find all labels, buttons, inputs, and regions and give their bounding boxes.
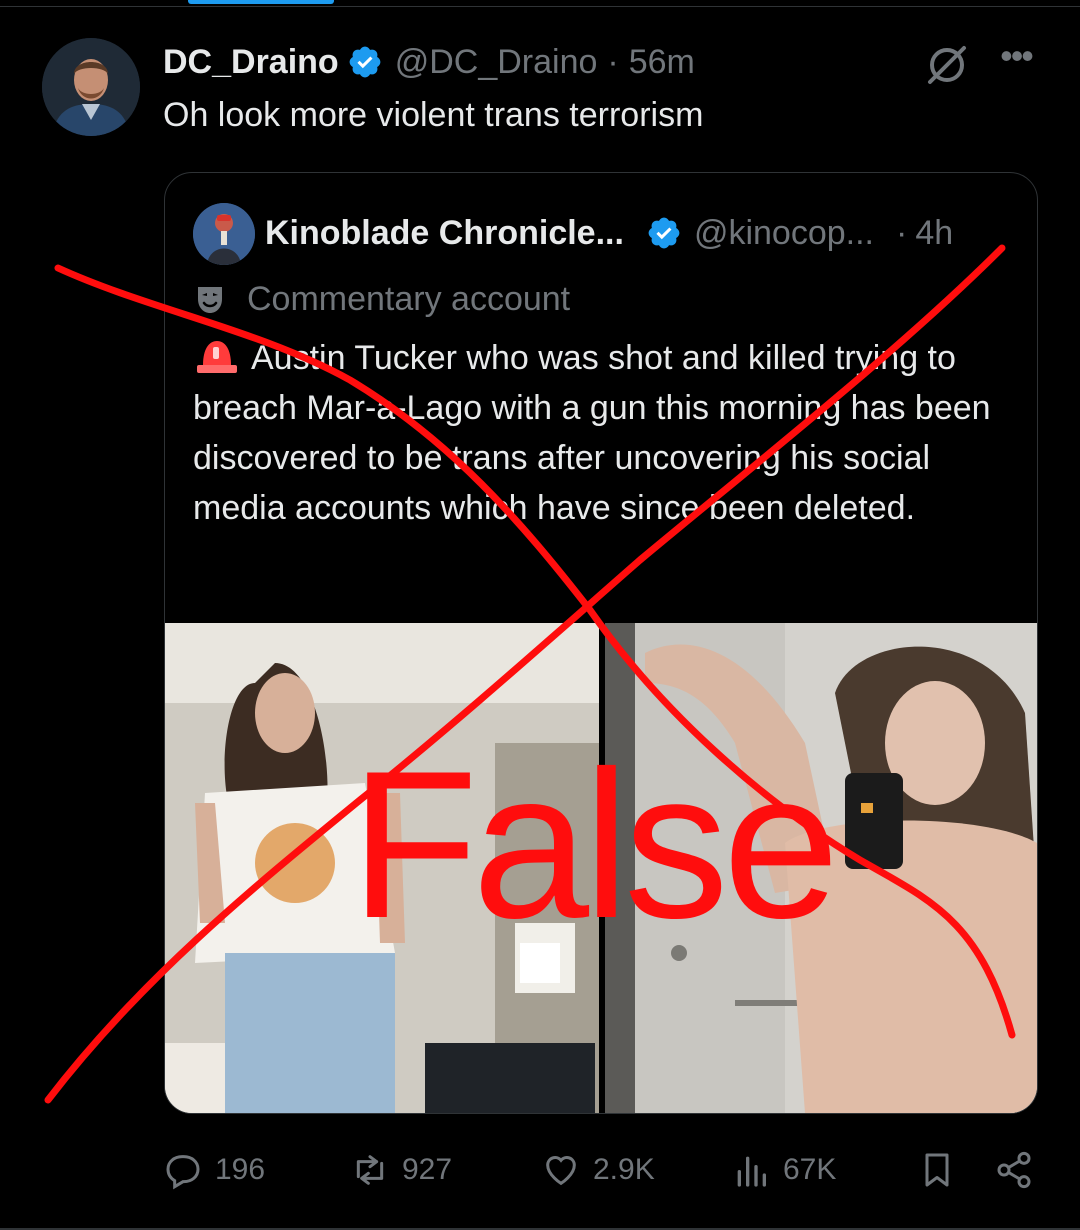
post-header: DC_Draino @DC_Draino · 56m: [163, 40, 695, 84]
share-button[interactable]: [994, 1145, 1046, 1195]
action-bar: 196 927 2.9K 67K: [0, 1145, 1080, 1195]
reply-count: 196: [215, 1153, 266, 1186]
siren-icon: [193, 335, 241, 375]
repost-button[interactable]: 927: [350, 1145, 452, 1195]
quoted-post-time[interactable]: 4h: [915, 214, 953, 253]
separator: ·: [895, 213, 908, 252]
more-icon[interactable]: •••: [994, 38, 1038, 80]
views-count: 67K: [783, 1153, 837, 1186]
grok-icon[interactable]: [924, 42, 970, 88]
commentary-label: Commentary account: [193, 277, 570, 321]
commentary-label-text: Commentary account: [247, 279, 571, 318]
author-handle[interactable]: @DC_Draino: [395, 43, 598, 82]
verified-badge-icon: [347, 44, 383, 80]
quoted-post[interactable]: Kinoblade Chronicle... @kinocop... · 4h …: [164, 172, 1038, 1114]
post-text: Oh look more violent trans terrorism: [163, 96, 704, 134]
author-name[interactable]: DC_Draino: [163, 43, 339, 82]
active-tab-indicator: [188, 0, 334, 4]
like-count: 2.9K: [593, 1153, 655, 1186]
quoted-post-body: Austin Tucker who was shot and killed tr…: [193, 339, 991, 527]
like-icon: [546, 1156, 576, 1186]
like-button[interactable]: 2.9K: [541, 1145, 655, 1195]
author-avatar[interactable]: [42, 38, 140, 136]
views-icon: [737, 1156, 766, 1187]
reply-icon: [166, 1155, 200, 1190]
post-time[interactable]: 56m: [629, 43, 695, 82]
quoted-author-handle[interactable]: @kinocop...: [694, 214, 874, 253]
separator: ·: [607, 42, 619, 81]
quoted-post-header: Kinoblade Chronicle... @kinocop... · 4h: [265, 211, 953, 255]
bookmark-button[interactable]: [917, 1145, 969, 1195]
top-tab-bar: [0, 0, 1080, 7]
quoted-author-name[interactable]: Kinoblade Chronicle...: [265, 214, 624, 253]
repost-icon: [356, 1155, 384, 1185]
share-icon: [997, 1151, 1031, 1189]
views-button[interactable]: 67K: [731, 1145, 836, 1195]
reply-button[interactable]: 196: [163, 1145, 265, 1195]
repost-count: 927: [402, 1153, 453, 1186]
quoted-author-avatar[interactable]: [193, 203, 255, 265]
commentary-mask-icon: [193, 282, 227, 316]
false-stamp-text: False: [350, 727, 840, 962]
bookmark-icon: [925, 1153, 949, 1187]
quoted-post-text: Austin Tucker who was shot and killed tr…: [193, 333, 1023, 533]
verified-badge-icon: [646, 215, 682, 251]
